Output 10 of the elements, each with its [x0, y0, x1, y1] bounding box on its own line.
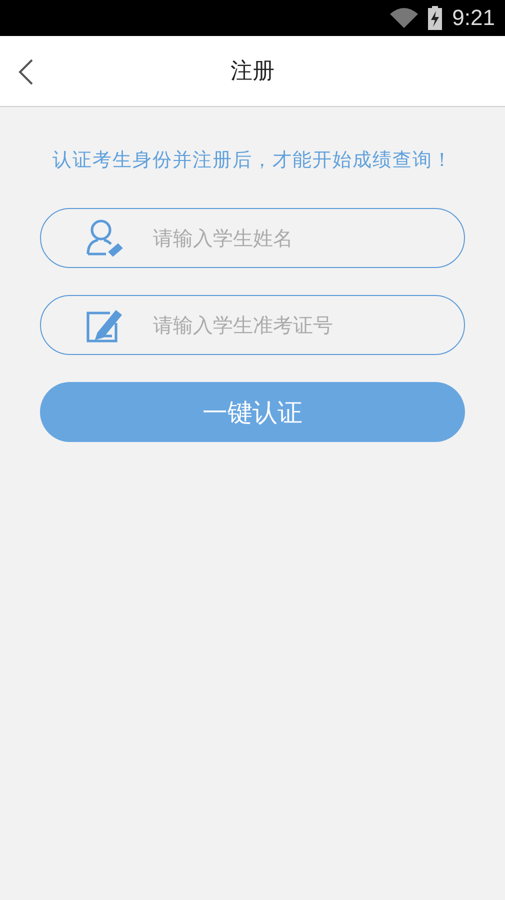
exam-number-field[interactable]: 请输入学生准考证号: [40, 295, 465, 355]
verify-button[interactable]: 一键认证: [40, 382, 465, 442]
page-title: 注册: [230, 58, 274, 86]
clock-time: 9:21: [452, 5, 495, 31]
back-icon[interactable]: [17, 58, 35, 86]
wifi-icon: [390, 8, 418, 28]
person-icon: [84, 218, 124, 258]
name-field[interactable]: 请输入学生姓名: [40, 208, 465, 268]
battery-charging-icon: [428, 6, 442, 30]
notice-text: 认证考生身份并注册后，才能开始成绩查询！: [52, 148, 454, 173]
